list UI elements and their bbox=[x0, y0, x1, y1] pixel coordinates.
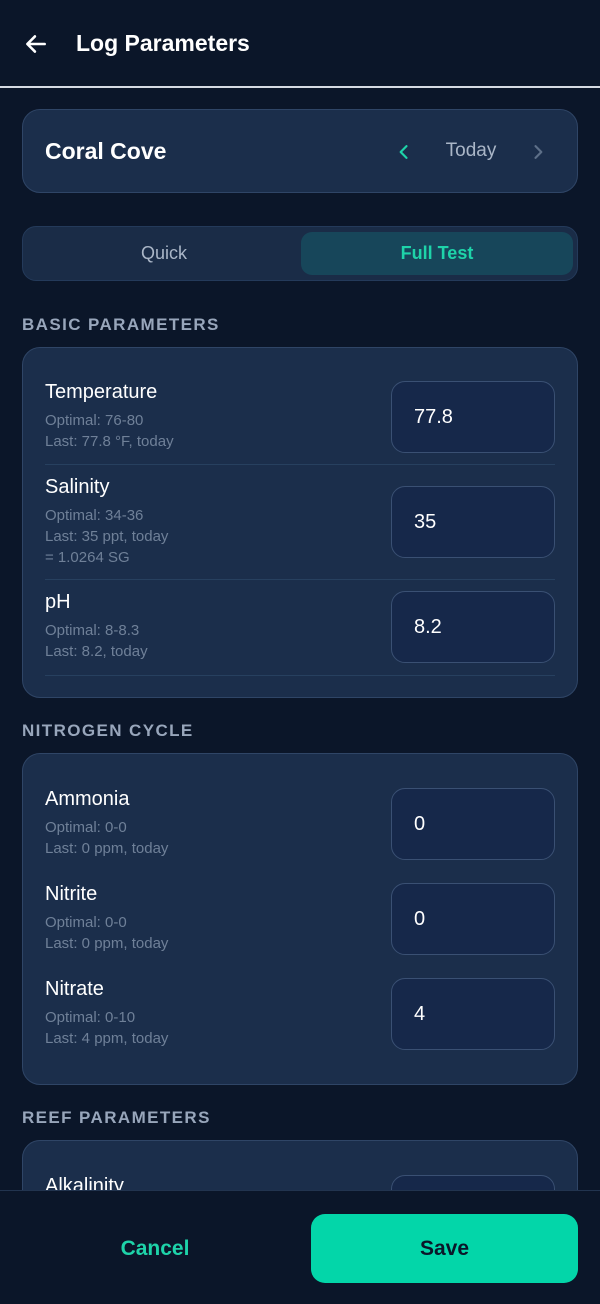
param-last: Last: 0 ppm, today bbox=[45, 840, 169, 857]
tab-quick[interactable]: Quick bbox=[28, 232, 300, 275]
param-last: Last: 4 ppm, today bbox=[45, 1030, 169, 1047]
tank-date-card: Coral Cove Today bbox=[22, 109, 578, 193]
chevron-right-icon bbox=[534, 145, 543, 159]
param-row-nitrite: Nitrite Optimal: 0-0 Last: 0 ppm, today bbox=[45, 883, 555, 963]
param-name: Nitrite bbox=[45, 883, 98, 905]
app-header: Log Parameters bbox=[0, 0, 600, 88]
param-optimal: Optimal: 76-80 bbox=[45, 412, 144, 429]
param-name: Salinity bbox=[45, 476, 110, 498]
param-optimal: Optimal: 8-8.3 bbox=[45, 622, 140, 639]
param-name: Ammonia bbox=[45, 788, 130, 810]
param-last: Last: 0 ppm, today bbox=[45, 935, 169, 952]
param-optimal: Optimal: 0-0 bbox=[45, 819, 127, 836]
test-mode-segmented-control: Quick Full Test bbox=[22, 226, 578, 281]
log-parameters-screen: Log Parameters Coral Cove Today Quick Fu… bbox=[0, 0, 600, 1304]
param-name: pH bbox=[45, 591, 71, 613]
page-title: Log Parameters bbox=[76, 30, 250, 56]
tank-name: Coral Cove bbox=[45, 138, 167, 164]
param-optimal: Optimal: 0-0 bbox=[45, 914, 127, 931]
param-last: Last: 35 ppt, today bbox=[45, 528, 169, 545]
param-row-nitrate: Nitrate Optimal: 0-10 Last: 4 ppm, today bbox=[45, 978, 555, 1058]
save-button[interactable]: Save bbox=[311, 1214, 578, 1283]
ammonia-input[interactable] bbox=[391, 788, 555, 860]
param-row-temperature: Temperature Optimal: 76-80 Last: 77.8 °F… bbox=[45, 381, 555, 465]
arrow-left-icon bbox=[26, 35, 46, 53]
param-conversion: = 1.0264 SG bbox=[45, 549, 130, 566]
salinity-input[interactable] bbox=[391, 486, 555, 558]
chevron-left-icon bbox=[399, 145, 408, 159]
param-row-ammonia: Ammonia Optimal: 0-0 Last: 0 ppm, today bbox=[45, 788, 555, 868]
param-name: Nitrate bbox=[45, 978, 104, 1000]
section-title-nitrogen-cycle: NITROGEN CYCLE bbox=[22, 721, 194, 740]
nitrite-input[interactable] bbox=[391, 883, 555, 955]
next-day-button[interactable] bbox=[525, 138, 551, 166]
basic-parameters-card: Temperature Optimal: 76-80 Last: 77.8 °F… bbox=[22, 347, 578, 698]
param-last: Last: 77.8 °F, today bbox=[45, 433, 174, 450]
param-optimal: Optimal: 0-10 bbox=[45, 1009, 136, 1026]
param-name: Temperature bbox=[45, 381, 158, 403]
action-footer: Cancel Save bbox=[0, 1190, 600, 1304]
ph-input[interactable] bbox=[391, 591, 555, 663]
back-button[interactable] bbox=[22, 30, 50, 58]
cancel-button[interactable]: Cancel bbox=[22, 1215, 288, 1283]
nitrate-input[interactable] bbox=[391, 978, 555, 1050]
param-row-salinity: Salinity Optimal: 34-36 Last: 35 ppt, to… bbox=[45, 476, 555, 580]
section-title-basic-parameters: BASIC PARAMETERS bbox=[22, 315, 220, 334]
date-label: Today bbox=[445, 140, 497, 161]
temperature-input[interactable] bbox=[391, 381, 555, 453]
param-last: Last: 8.2, today bbox=[45, 643, 148, 660]
section-title-reef-parameters: REEF PARAMETERS bbox=[22, 1108, 211, 1127]
tab-full-test[interactable]: Full Test bbox=[301, 232, 573, 275]
previous-day-button[interactable] bbox=[391, 138, 417, 166]
param-optimal: Optimal: 34-36 bbox=[45, 507, 144, 524]
nitrogen-cycle-card: Ammonia Optimal: 0-0 Last: 0 ppm, today … bbox=[22, 753, 578, 1085]
param-row-ph: pH Optimal: 8-8.3 Last: 8.2, today bbox=[45, 591, 555, 676]
